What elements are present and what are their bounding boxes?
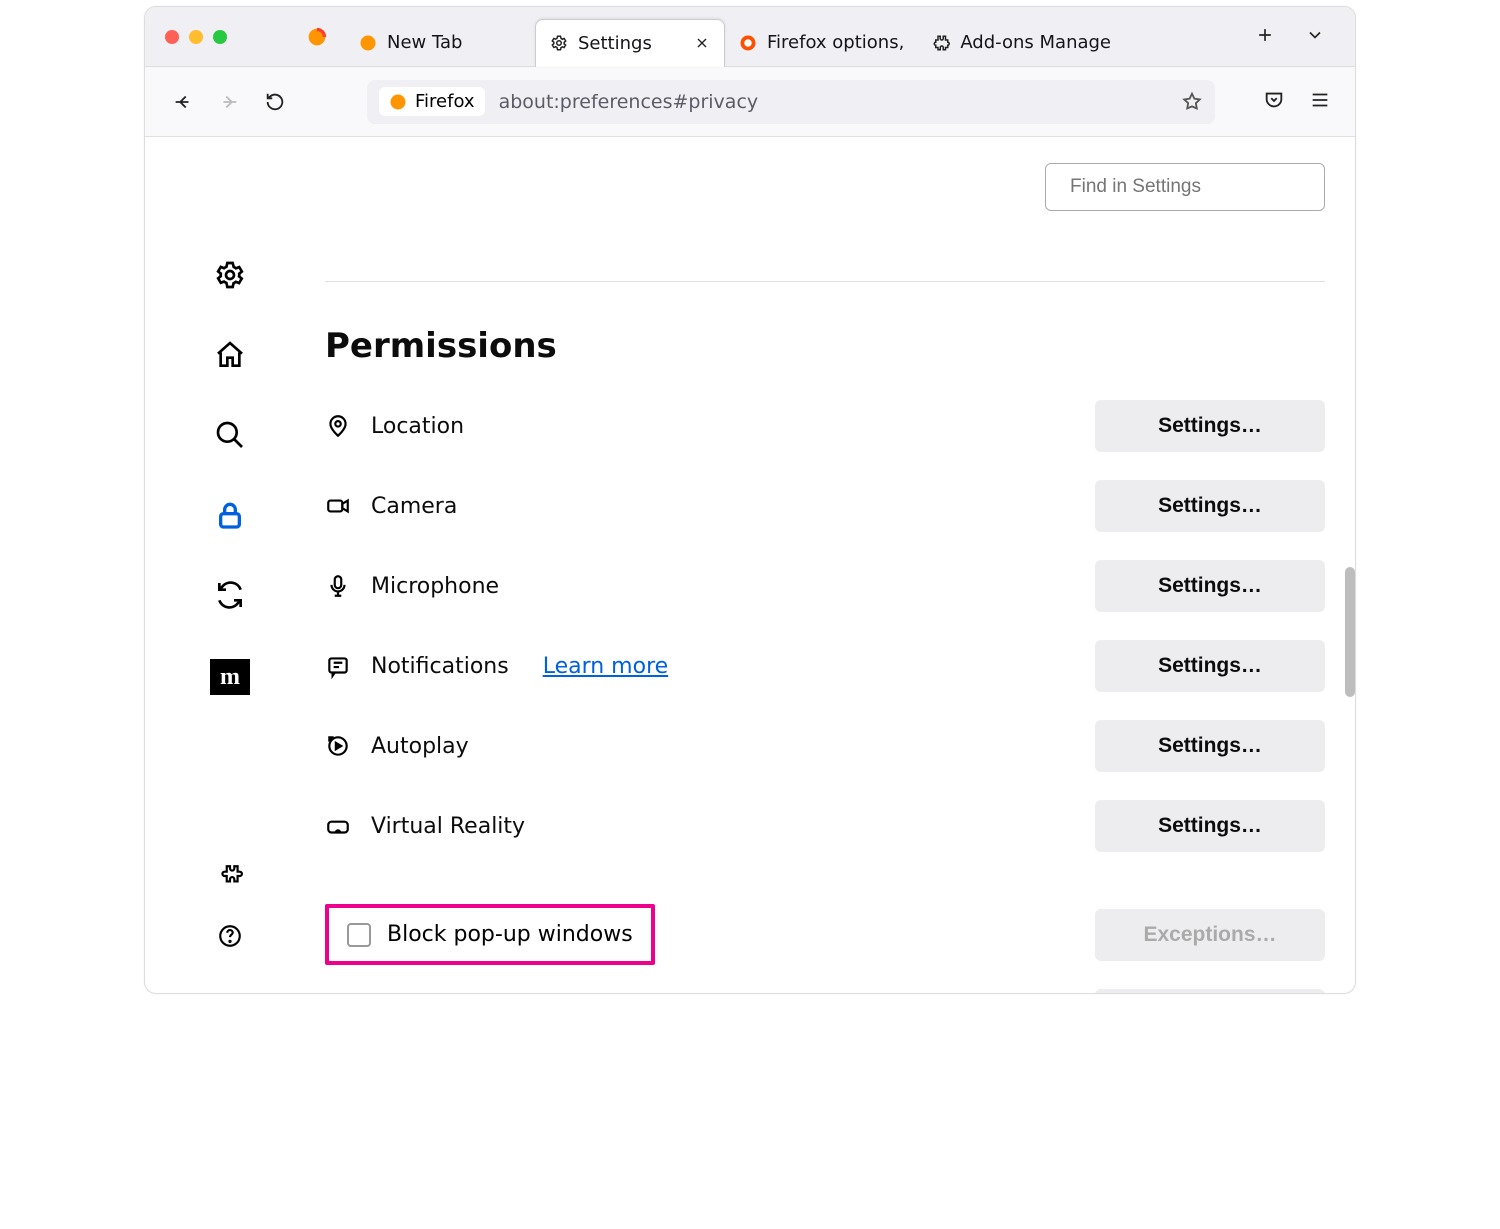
- new-tab-button[interactable]: [1255, 25, 1275, 49]
- permission-row-vr: Virtual Reality Settings…: [325, 800, 1325, 852]
- tab-addons-manager[interactable]: Add-ons Manage: [918, 19, 1125, 67]
- tab-settings[interactable]: Settings: [535, 19, 725, 67]
- tab-label: Settings: [578, 33, 684, 54]
- vr-settings-button[interactable]: Settings…: [1095, 800, 1325, 852]
- microphone-settings-button[interactable]: Settings…: [1095, 560, 1325, 612]
- addons-exceptions-button[interactable]: Exceptions…: [1095, 989, 1325, 993]
- back-button[interactable]: [169, 88, 197, 116]
- bookmark-star-icon[interactable]: [1181, 91, 1203, 113]
- sidebar-item-help[interactable]: [217, 923, 243, 953]
- tab-new-tab[interactable]: New Tab: [345, 19, 535, 67]
- popups-exceptions-button[interactable]: Exceptions…: [1095, 909, 1325, 961]
- highlighted-region: Block pop-up windows: [325, 904, 655, 965]
- camera-icon: [325, 493, 351, 519]
- permission-label: Microphone: [371, 574, 499, 599]
- permission-label: Notifications: [371, 654, 509, 679]
- permission-row-location: Location Settings…: [325, 400, 1325, 452]
- microphone-icon: [325, 573, 351, 599]
- reload-button[interactable]: [261, 88, 289, 116]
- warn-addons-row: Warn you when websites try to install ad…: [325, 989, 1325, 993]
- navigation-toolbar: Firefox about:preferences#privacy: [145, 67, 1355, 137]
- pocket-icon[interactable]: [1263, 89, 1285, 115]
- permission-row-autoplay: Autoplay Settings…: [325, 720, 1325, 772]
- tab-firefox-options[interactable]: Firefox options,: [725, 19, 918, 67]
- gear-icon: [550, 34, 568, 52]
- tab-label: Firefox options,: [767, 32, 904, 53]
- section-heading-permissions: Permissions: [325, 326, 1325, 366]
- block-popups-label: Block pop-up windows: [387, 922, 633, 947]
- sidebar-item-search[interactable]: [214, 419, 246, 455]
- sidebar-item-home[interactable]: [214, 339, 246, 375]
- preferences-sidebar: m: [145, 137, 315, 993]
- scrollbar-thumb[interactable]: [1345, 567, 1355, 697]
- window-minimize-button[interactable]: [189, 30, 203, 44]
- location-icon: [325, 413, 351, 439]
- window-traffic-lights: [165, 30, 227, 44]
- firefox-favicon-icon: [739, 34, 757, 52]
- settings-search-input[interactable]: [1070, 176, 1315, 198]
- tab-label: New Tab: [387, 32, 521, 53]
- autoplay-settings-button[interactable]: Settings…: [1095, 720, 1325, 772]
- section-divider: [325, 281, 1325, 282]
- permission-label: Autoplay: [371, 734, 469, 759]
- window-titlebar: New Tab Settings Firefox options, Add-on…: [145, 7, 1355, 67]
- puzzle-icon: [932, 34, 950, 52]
- window-close-button[interactable]: [165, 30, 179, 44]
- sidebar-item-mozilla[interactable]: m: [210, 659, 250, 695]
- permission-row-camera: Camera Settings…: [325, 480, 1325, 532]
- forward-button[interactable]: [215, 88, 243, 116]
- sidebar-item-general[interactable]: [214, 259, 246, 295]
- settings-search-box[interactable]: [1045, 163, 1325, 211]
- sidebar-item-sync[interactable]: [214, 579, 246, 615]
- sidebar-item-addons[interactable]: [217, 863, 243, 893]
- window-zoom-button[interactable]: [213, 30, 227, 44]
- notifications-icon: [325, 653, 351, 679]
- camera-settings-button[interactable]: Settings…: [1095, 480, 1325, 532]
- tabs-dropdown-button[interactable]: [1305, 25, 1325, 49]
- tab-label: Add-ons Manage: [960, 32, 1111, 53]
- block-popups-row: Block pop-up windows Exceptions…: [325, 904, 1325, 965]
- permission-label: Camera: [371, 494, 457, 519]
- permission-label: Location: [371, 414, 464, 439]
- close-icon[interactable]: [694, 35, 710, 51]
- preferences-content: Permissions Location Settings… Camera Se…: [315, 137, 1355, 993]
- vr-icon: [325, 813, 351, 839]
- permission-row-notifications: Notifications Learn more Settings…: [325, 640, 1325, 692]
- site-identity-box[interactable]: Firefox: [379, 87, 485, 116]
- permission-row-microphone: Microphone Settings…: [325, 560, 1325, 612]
- block-popups-checkbox[interactable]: [347, 923, 371, 947]
- site-identity-label: Firefox: [415, 91, 475, 112]
- address-bar[interactable]: Firefox about:preferences#privacy: [367, 80, 1215, 124]
- menu-icon[interactable]: [1309, 89, 1331, 115]
- url-text: about:preferences#privacy: [499, 91, 1181, 113]
- autoplay-icon: [325, 733, 351, 759]
- firefox-favicon-icon: [359, 34, 377, 52]
- sidebar-item-privacy[interactable]: [214, 499, 246, 535]
- permission-label: Virtual Reality: [371, 814, 525, 839]
- firefox-logo-icon: [307, 27, 327, 47]
- location-settings-button[interactable]: Settings…: [1095, 400, 1325, 452]
- learn-more-link[interactable]: Learn more: [543, 654, 668, 679]
- notifications-settings-button[interactable]: Settings…: [1095, 640, 1325, 692]
